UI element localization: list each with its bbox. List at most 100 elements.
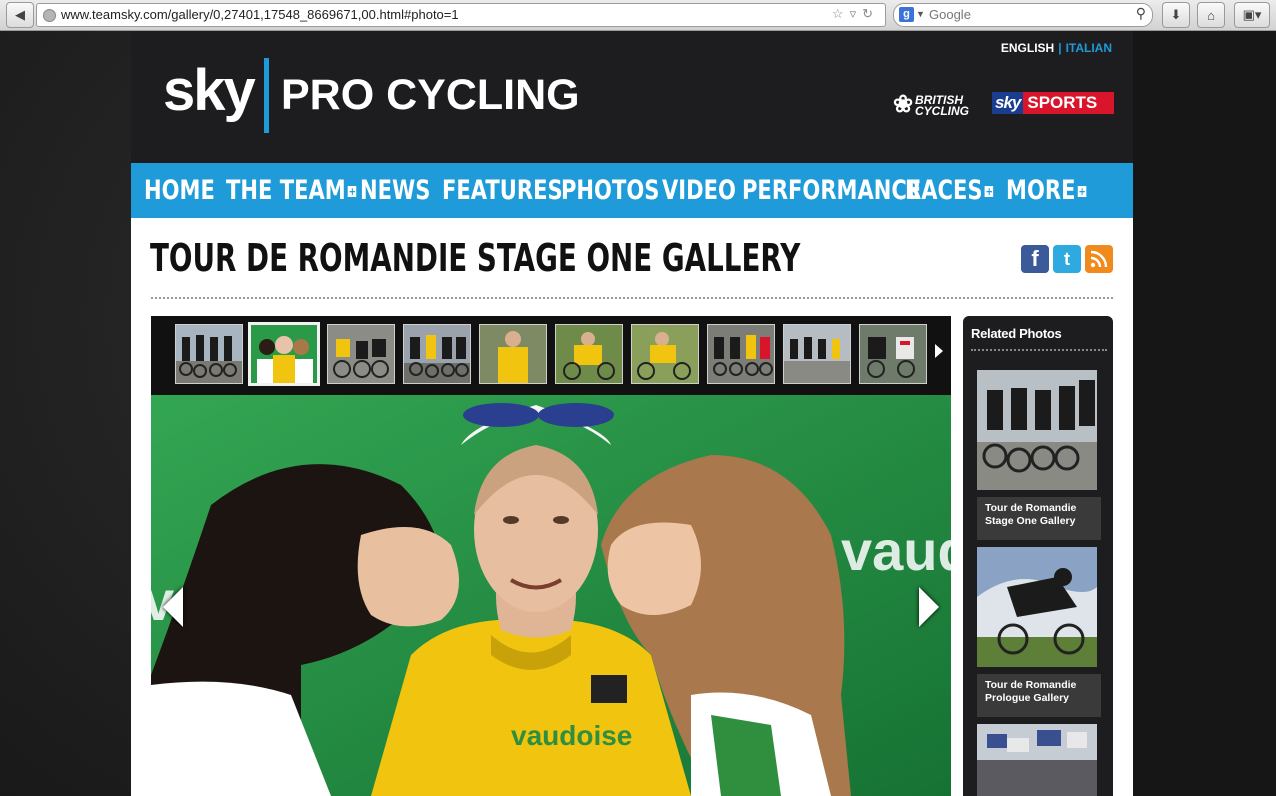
engine-dropdown-icon[interactable]: ▼ (916, 9, 925, 19)
nav-the-team[interactable]: THE TEAM + (226, 175, 357, 206)
thumbnail-active[interactable] (248, 322, 320, 386)
lang-english[interactable]: ENGLISH (1001, 41, 1054, 55)
expand-plus-icon[interactable]: + (348, 186, 357, 197)
nav-photos[interactable]: PHOTOS (561, 175, 659, 206)
related-item-caption[interactable]: Tour de Romandie Stage One Gallery (977, 497, 1101, 540)
dropdown-icon[interactable]: ▿ (850, 6, 863, 21)
browser-toolbar: ◀ www.teamsky.com/gallery/0,27401,17548_… (0, 0, 1276, 31)
search-box[interactable]: g ▼ Google ⚲ (893, 3, 1153, 27)
podium-photo: vaudoise vaudoise vaudoise (151, 395, 951, 796)
site-header: sky PRO CYCLING ENGLISH | ITALIAN ❀ BRITIS… (131, 31, 1133, 163)
related-item-image[interactable] (977, 547, 1097, 667)
nav-label: RACES (905, 175, 983, 206)
related-title: Related Photos (971, 326, 1062, 341)
page-title: TOUR DE ROMANDIE STAGE ONE GALLERY (150, 236, 801, 280)
nav-performance[interactable]: PERFORMANCE (742, 175, 921, 206)
url-text[interactable]: www.teamsky.com/gallery/0,27401,17548_86… (61, 7, 459, 22)
expand-plus-icon[interactable]: + (1077, 186, 1087, 197)
nav-video[interactable]: VIDEO (662, 175, 736, 206)
nav-label: PERFORMANCE (742, 175, 922, 206)
star-icon[interactable]: ☆ (832, 6, 850, 21)
thumbnail[interactable] (859, 324, 927, 384)
related-thumbnail (977, 370, 1097, 490)
puzzle-icon: ▣▾ (1242, 7, 1262, 22)
back-button[interactable]: ◀ (6, 2, 34, 28)
nav-more[interactable]: MORE + (1006, 175, 1087, 206)
thumbnail-image (708, 325, 774, 383)
google-icon[interactable]: g (899, 7, 914, 22)
thumbnail-image (632, 325, 698, 383)
related-photos-panel: Related Photos Tour de Romandie Stage On… (963, 316, 1113, 796)
related-item-image[interactable] (977, 724, 1097, 796)
search-icon[interactable]: ⚲ (1136, 5, 1146, 22)
thumbnail[interactable] (327, 324, 395, 384)
nav-features[interactable]: FEATURES (442, 175, 563, 206)
related-item-image[interactable] (977, 370, 1097, 490)
sky-sports-sky: sky (992, 92, 1024, 114)
main-photo[interactable]: vaudoise vaudoise vaudoise (151, 395, 951, 796)
thumbnail-next-arrow[interactable] (935, 344, 943, 358)
nav-label: VIDEO (662, 175, 736, 206)
nav-label: FEATURES (442, 175, 563, 206)
reload-icon[interactable]: ↻ (862, 6, 879, 21)
thumbnail[interactable] (631, 324, 699, 384)
thumbnail-image (556, 325, 622, 383)
home-button[interactable]: ⌂ (1197, 2, 1225, 28)
main-navigation: HOME THE TEAM + NEWS FEATURES PHOTOS VIDE… (131, 163, 1133, 218)
search-input[interactable]: Google (929, 7, 971, 22)
thumbnail-image (328, 325, 394, 383)
nav-news[interactable]: NEWS (360, 175, 430, 206)
sky-sports-sports: SPORTS (1023, 92, 1114, 114)
thumbnail-image (404, 325, 470, 383)
thumbnail[interactable] (707, 324, 775, 384)
rss-icon[interactable] (1085, 245, 1113, 273)
british-cycling-text: BRITISH CYCLING (915, 93, 969, 118)
nav-label: THE TEAM (226, 175, 346, 206)
thumbnail[interactable] (783, 324, 851, 384)
nav-home[interactable]: HOME (144, 175, 215, 206)
thumbnail-image (860, 325, 926, 383)
globe-icon (43, 9, 56, 22)
banner-text-right: vaudoise (841, 519, 951, 582)
logo-divider (264, 58, 269, 133)
thumbnail-strip (151, 316, 951, 395)
related-divider (971, 349, 1107, 351)
lang-italian[interactable]: ITALIAN (1066, 41, 1112, 55)
language-switcher: ENGLISH | ITALIAN (1001, 41, 1112, 55)
thumbnail-image (251, 325, 317, 383)
nav-races[interactable]: RACES + (905, 175, 994, 206)
downloads-button[interactable]: ⬇ (1162, 2, 1190, 28)
sky-sports-logo[interactable]: sky SPORTS (992, 92, 1114, 114)
british-cycling-logo[interactable]: ❀ BRITISH CYCLING (893, 91, 979, 119)
facebook-icon[interactable]: f (1021, 245, 1049, 273)
thumbnail[interactable] (175, 324, 243, 384)
thumbnail[interactable] (479, 324, 547, 384)
download-icon: ⬇ (1170, 7, 1182, 22)
addons-button[interactable]: ▣▾ (1234, 2, 1270, 28)
expand-plus-icon[interactable]: + (984, 186, 994, 197)
nav-label: NEWS (360, 175, 431, 206)
next-photo-arrow[interactable] (919, 587, 939, 627)
home-icon: ⌂ (1207, 7, 1215, 23)
thumbnail[interactable] (403, 324, 471, 384)
related-thumbnail (977, 547, 1097, 667)
nav-label: HOME (144, 175, 215, 206)
lang-separator: | (1058, 41, 1062, 55)
sky-logo[interactable]: sky (163, 57, 256, 124)
nav-label: PHOTOS (561, 175, 660, 206)
url-actions: ☆▿↻ (832, 6, 879, 22)
back-arrow-icon: ◀ (15, 7, 25, 22)
pro-cycling-logo[interactable]: PRO CYCLING (281, 71, 580, 120)
jersey-sponsor-text: vaudoise (511, 720, 632, 751)
nav-label: MORE (1006, 175, 1076, 206)
thumbnail[interactable] (555, 324, 623, 384)
thumbnail-image (480, 325, 546, 383)
related-thumbnail (977, 724, 1097, 796)
cyclist-icon: ❀ (893, 91, 914, 118)
address-bar[interactable]: www.teamsky.com/gallery/0,27401,17548_86… (36, 3, 886, 27)
twitter-icon[interactable]: t (1053, 245, 1081, 273)
rss-glyph (1090, 250, 1108, 268)
related-item-caption[interactable]: Tour de Romandie Prologue Gallery (977, 674, 1101, 717)
previous-photo-arrow[interactable] (163, 587, 183, 627)
title-divider (151, 297, 1113, 299)
